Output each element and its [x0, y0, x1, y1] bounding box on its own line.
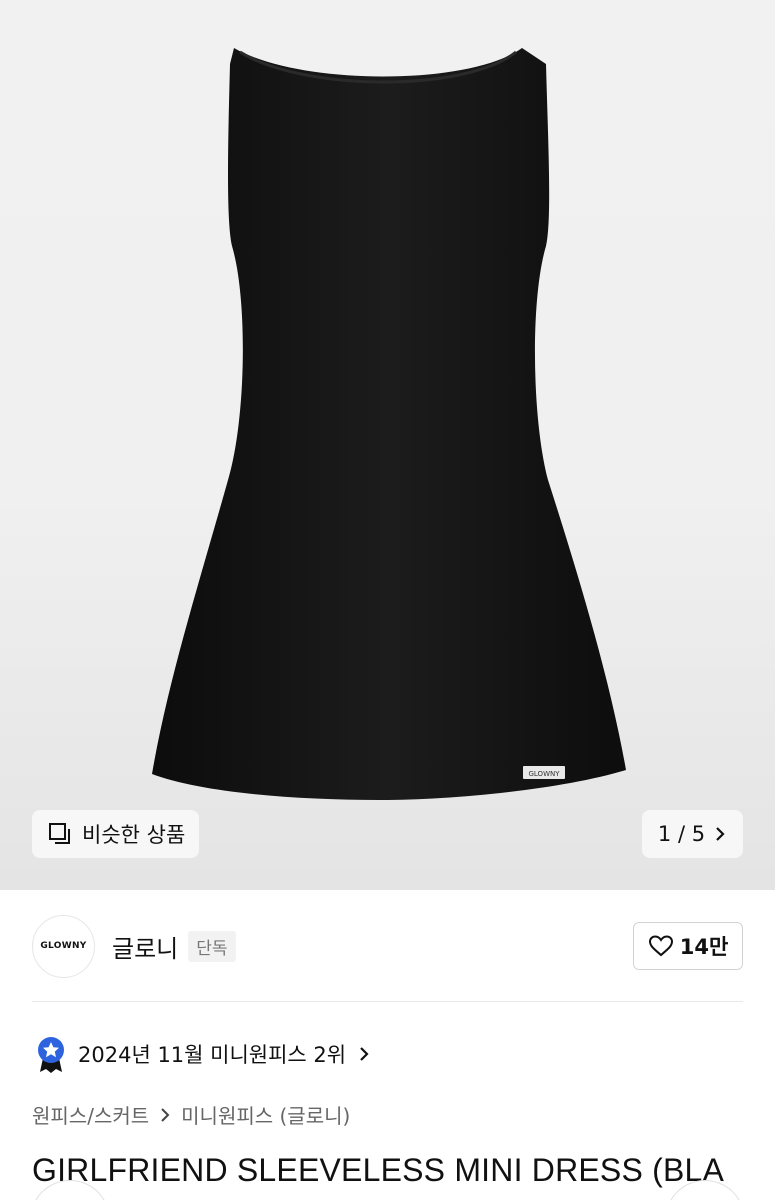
- image-pager[interactable]: 1 / 5: [642, 810, 743, 858]
- ranking-link[interactable]: 2024년 11월 미니원피스 2위: [34, 1034, 370, 1074]
- breadcrumb-item-category[interactable]: 원피스/스커트: [32, 1100, 149, 1129]
- dress-tag-label: GLOWNY: [528, 770, 560, 778]
- breadcrumb: 원피스/스커트 미니원피스 (글로니): [32, 1100, 350, 1129]
- pager-text: 1 / 5: [657, 822, 706, 846]
- product-image[interactable]: GLOWNY: [0, 0, 775, 890]
- breadcrumb-item-subcategory[interactable]: 미니원피스 (글로니): [181, 1100, 350, 1129]
- like-count: 14만: [679, 935, 729, 959]
- chevron-right-icon: [161, 1107, 170, 1122]
- product-gallery[interactable]: GLOWNY 비슷한 상품 1 / 5: [0, 0, 775, 890]
- similar-items-icon: [49, 823, 70, 844]
- section-divider: [32, 1001, 743, 1002]
- ranking-text: 2024년 11월 미니원피스 2위: [78, 1043, 347, 1067]
- similar-products-label: 비슷한 상품: [82, 823, 186, 847]
- similar-products-button[interactable]: 비슷한 상품: [32, 810, 200, 858]
- brand-name[interactable]: 글로니: [112, 929, 178, 964]
- heart-icon: [648, 935, 673, 957]
- exclusive-badge: 단독: [188, 930, 236, 962]
- brand-logo[interactable]: GLOWNY: [32, 914, 95, 978]
- product-title: GIRLFRIEND SLEEVELESS MINI DRESS (BLA: [32, 1152, 725, 1188]
- brand-row: GLOWNY 글로니 단독 14만: [32, 913, 743, 979]
- dress-shape: [152, 48, 626, 800]
- medal-icon: [38, 1037, 64, 1073]
- like-button[interactable]: 14만: [633, 922, 743, 970]
- brand-logo-text: GLOWNY: [40, 941, 87, 951]
- chevron-right-icon: [360, 1047, 369, 1061]
- chevron-right-icon: [716, 827, 725, 841]
